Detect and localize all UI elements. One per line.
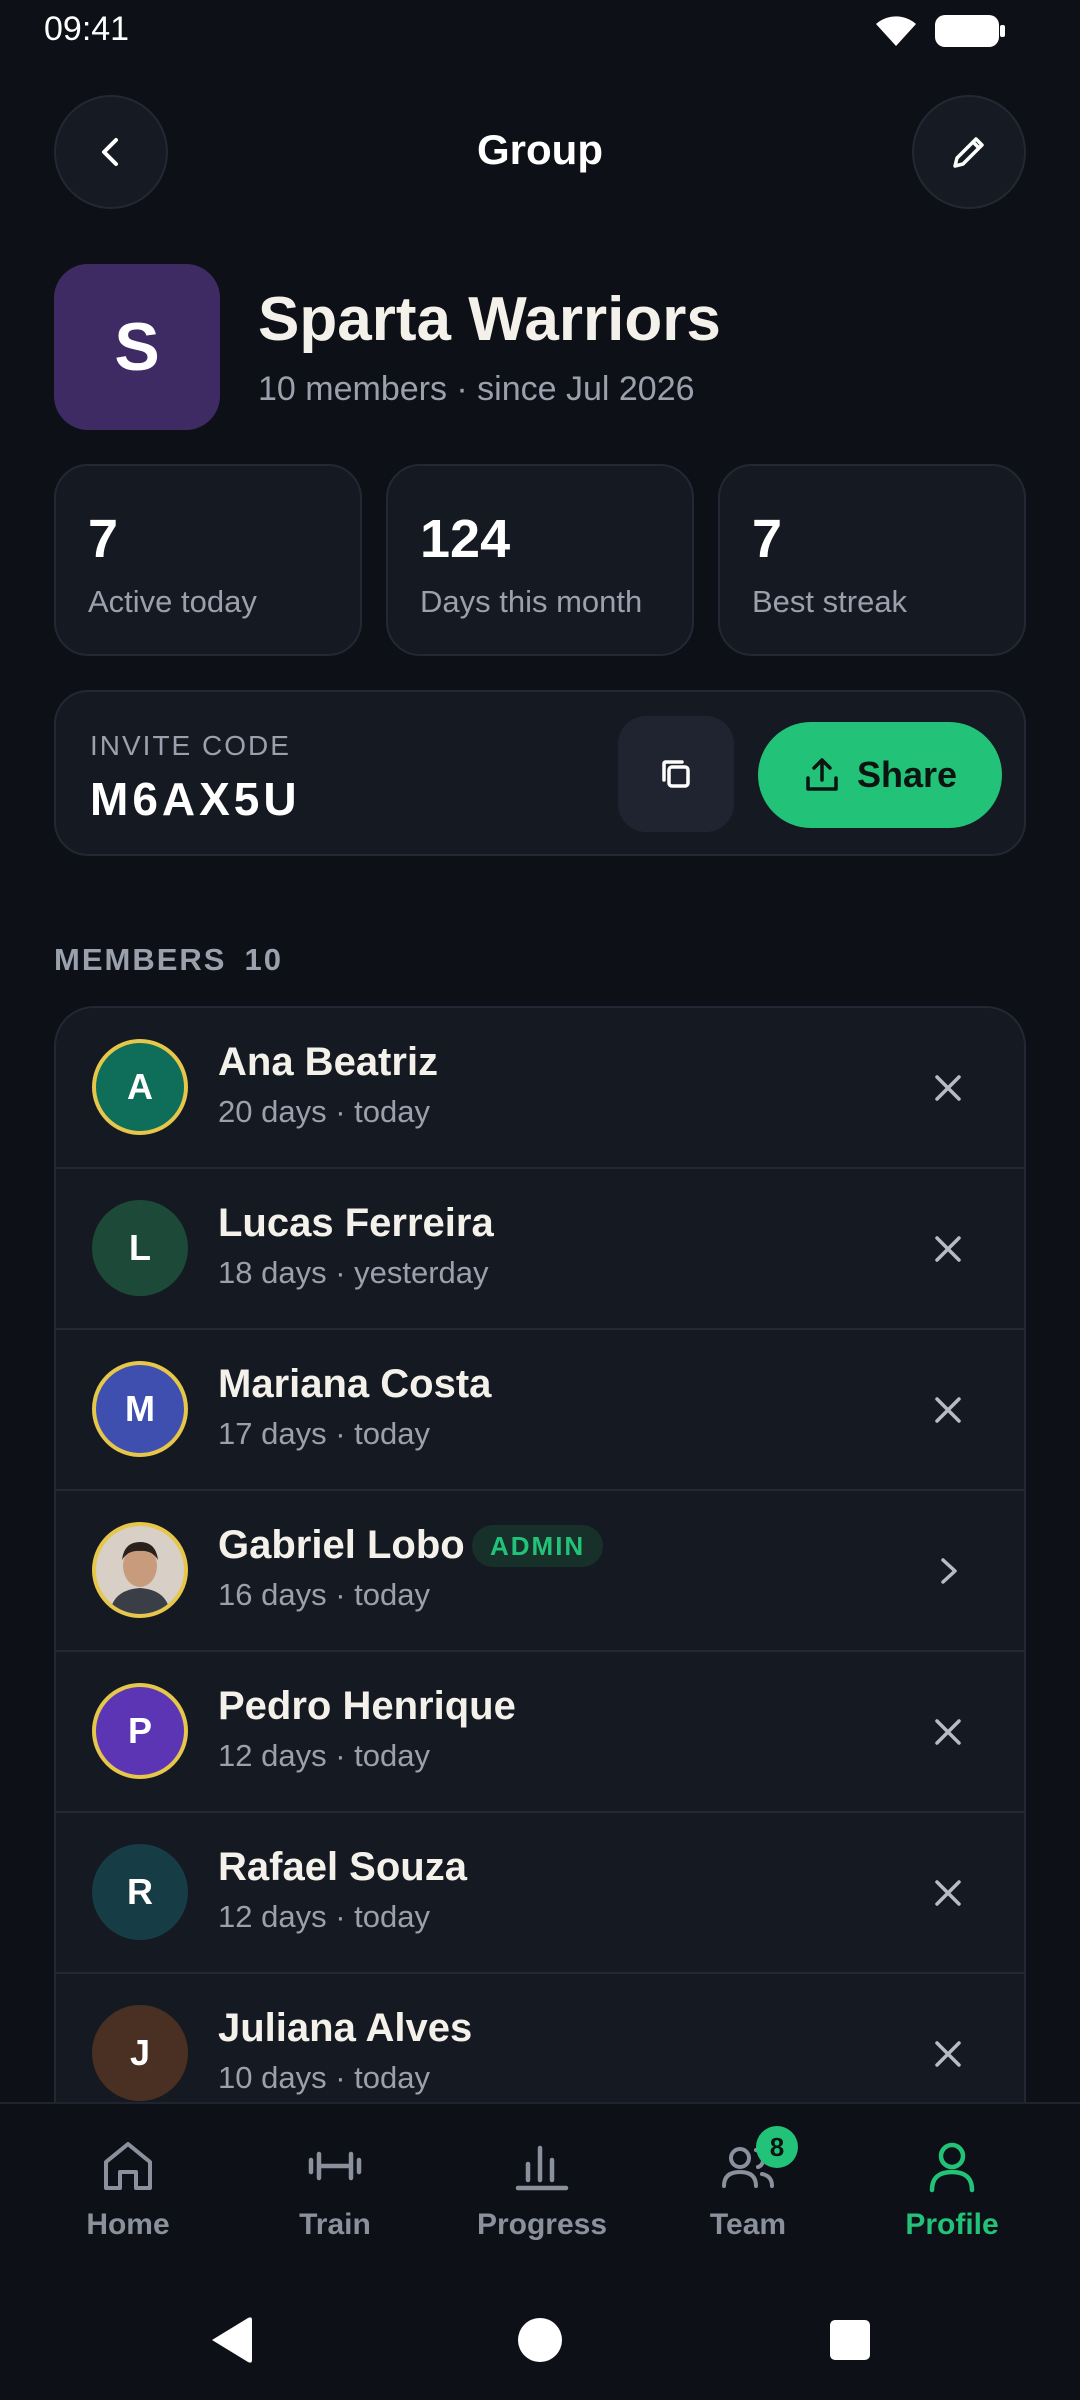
member-meta: 17 days · today: [218, 1416, 430, 1451]
group-meta: 10 members · since Jul 2026: [258, 370, 695, 408]
remove-member-button[interactable]: [918, 1380, 978, 1440]
member-row-ana-beatriz[interactable]: A Ana Beatriz 20 days · today: [56, 1008, 1024, 1169]
stat-card-best-streak: 7 Best streak: [718, 464, 1026, 656]
close-icon: [935, 1075, 961, 1101]
remove-member-button[interactable]: [918, 1058, 978, 1118]
member-meta: 12 days · today: [218, 1738, 430, 1773]
stat-value: 7: [88, 509, 119, 569]
member-name: Rafael Souza: [218, 1845, 467, 1889]
members-list: A Ana Beatriz 20 days · today L Lucas Fe…: [54, 1006, 1026, 2102]
nav-team[interactable]: 8 Team: [640, 2104, 856, 2282]
member-name: Ana Beatriz: [218, 1040, 439, 1084]
members-heading: MEMBERS 10: [54, 942, 283, 978]
stat-label: Active today: [88, 584, 257, 619]
member-name: Juliana Alves: [218, 2006, 473, 2050]
nav-label: Train: [299, 2208, 371, 2241]
avatar: L: [92, 1200, 188, 1296]
circle-home-icon: [518, 2318, 562, 2362]
avatar: M: [92, 1361, 188, 1457]
triangle-back-icon: [212, 2317, 252, 2363]
chevron-right-icon: [941, 1558, 957, 1584]
close-icon: [935, 1236, 961, 1262]
wifi-icon: [876, 16, 916, 46]
member-row-gabriel-lobo[interactable]: Gabriel Lobo ADMIN 16 days · today: [56, 1491, 1024, 1652]
copy-icon: [662, 760, 690, 788]
nav-label: Profile: [905, 2208, 999, 2241]
remove-member-button[interactable]: [918, 2024, 978, 2084]
nav-profile[interactable]: Profile: [844, 2104, 1060, 2282]
admin-badge: ADMIN: [472, 1525, 604, 1567]
stat-label: Best streak: [752, 584, 908, 619]
remove-member-button[interactable]: [918, 1219, 978, 1279]
edit-button[interactable]: [912, 95, 1026, 209]
close-icon: [935, 2041, 961, 2067]
avatar: J: [92, 2005, 188, 2101]
bottom-nav: Home Train Progress 8 Team Profile: [0, 2102, 1080, 2280]
group-name: Sparta Warriors: [258, 285, 721, 354]
nav-home[interactable]: Home: [20, 2104, 236, 2282]
battery-icon: [935, 15, 1005, 47]
system-back-button[interactable]: [202, 2312, 258, 2368]
member-meta: 20 days · today: [218, 1094, 430, 1129]
member-name: Pedro Henrique: [218, 1684, 516, 1728]
status-bar: 09:41: [0, 0, 1080, 62]
system-home-button[interactable]: [512, 2312, 568, 2368]
member-row-pedro-henrique[interactable]: P Pedro Henrique 12 days · today: [56, 1652, 1024, 1813]
stat-card-days-this-month: 124 Days this month: [386, 464, 694, 656]
member-meta: 18 days · yesterday: [218, 1255, 489, 1290]
close-icon: [935, 1719, 961, 1745]
member-name: Gabriel Lobo: [218, 1523, 465, 1567]
invite-card: INVITE CODE M6AX5U Share: [54, 690, 1026, 856]
notification-badge: 8: [756, 2126, 798, 2168]
home-icon: [104, 2142, 152, 2190]
status-time: 09:41: [44, 10, 130, 48]
member-row-mariana-costa[interactable]: M Mariana Costa 17 days · today: [56, 1330, 1024, 1491]
dumbbell-icon: [308, 2151, 362, 2181]
member-meta: 16 days · today: [218, 1577, 430, 1612]
team-icon-wrapper: 8: [716, 2126, 798, 2198]
stat-value: 124: [420, 509, 511, 569]
avatar: [92, 1522, 188, 1618]
pencil-icon: [953, 137, 984, 168]
nav-label: Progress: [476, 2208, 608, 2241]
members-count: 10: [244, 942, 283, 977]
members-title: MEMBERS: [54, 942, 227, 977]
avatar: P: [92, 1683, 188, 1779]
member-row-rafael-souza[interactable]: R Rafael Souza 12 days · today: [56, 1813, 1024, 1974]
invite-code: M6AX5U: [90, 773, 301, 825]
stat-label: Days this month: [420, 584, 643, 619]
avatar: R: [92, 1844, 188, 1940]
remove-member-button[interactable]: [918, 1702, 978, 1762]
upload-icon: [806, 758, 838, 791]
stat-value: 7: [752, 509, 783, 569]
nav-label: Team: [709, 2208, 787, 2241]
share-button-label: Share: [856, 754, 958, 795]
member-meta: 10 days · today: [218, 2060, 430, 2095]
close-icon: [935, 1880, 961, 1906]
invite-code-label: INVITE CODE: [90, 730, 291, 761]
chart-icon: [515, 2145, 569, 2191]
avatar: A: [92, 1039, 188, 1135]
stat-card-active-today: 7 Active today: [54, 464, 362, 656]
group-avatar: S: [54, 264, 220, 430]
avatar-photo: [96, 1526, 184, 1614]
square-recents-icon: [830, 2320, 870, 2360]
member-meta: 12 days · today: [218, 1899, 430, 1934]
member-name: Lucas Ferreira: [218, 1201, 494, 1245]
member-row-juliana-alves[interactable]: J Juliana Alves 10 days · today: [56, 1974, 1024, 2102]
remove-member-button[interactable]: [918, 1863, 978, 1923]
copy-button[interactable]: [618, 716, 734, 832]
nav-progress[interactable]: Progress: [434, 2104, 650, 2282]
system-recents-button[interactable]: [822, 2312, 878, 2368]
member-name: Mariana Costa: [218, 1362, 492, 1406]
nav-label: Home: [86, 2208, 170, 2241]
system-nav-bar: [0, 2280, 1080, 2400]
close-icon: [935, 1397, 961, 1423]
open-member-button[interactable]: [918, 1541, 978, 1601]
profile-icon: [929, 2142, 975, 2193]
nav-train[interactable]: Train: [227, 2104, 443, 2282]
share-button[interactable]: Share: [758, 722, 1002, 828]
member-row-lucas-ferreira[interactable]: L Lucas Ferreira 18 days · yesterday: [56, 1169, 1024, 1330]
